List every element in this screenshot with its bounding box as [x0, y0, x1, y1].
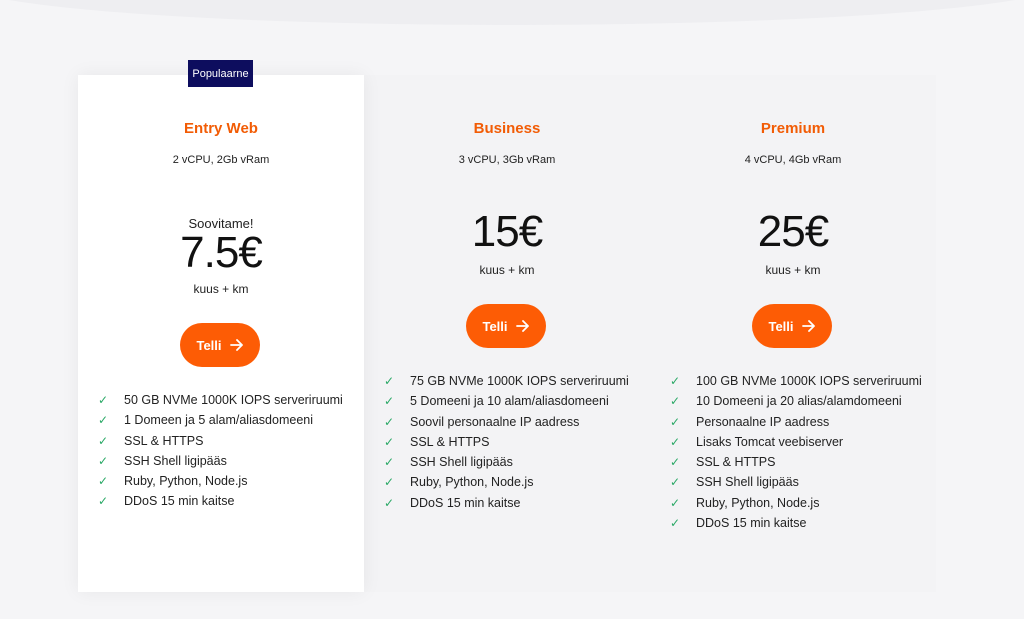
order-button[interactable]: Telli	[752, 304, 832, 348]
list-item: ✓ 100 GB NVMe 1000K IOPS serveriruumi	[670, 371, 926, 391]
feature-list: ✓ 50 GB NVMe 1000K IOPS serveriruumi ✓ 1 D…	[98, 390, 354, 512]
check-icon: ✓	[98, 413, 109, 428]
order-button[interactable]: Telli	[180, 323, 260, 367]
check-icon: ✓	[384, 394, 395, 409]
plan-spec: 4 vCPU, 4Gb vRam	[744, 154, 842, 166]
check-icon: ✓	[384, 475, 395, 490]
list-item: ✓ SSH Shell ligipääs	[384, 452, 640, 472]
arrow-right-icon	[801, 320, 815, 332]
check-icon: ✓	[98, 494, 109, 509]
plan-card-entry-web: Entry Web 2 vCPU, 2Gb vRam Soovitame! 7.…	[78, 75, 364, 592]
list-item: ✓ SSH Shell ligipääs	[670, 472, 926, 492]
list-item: ✓ DDoS 15 min kaitse	[384, 493, 640, 513]
order-button-label: Telli	[196, 337, 222, 353]
check-icon: ✓	[98, 393, 109, 407]
plan-card-premium: Premium 4 vCPU, 4Gb vRam 25€ kuus + km T…	[650, 75, 936, 592]
list-item: ✓ 5 Domeeni ja 10 alam/aliasdomeeni	[384, 391, 640, 411]
popular-badge: Populaarne	[188, 60, 253, 87]
check-icon: ✓	[670, 434, 681, 449]
list-item: ✓ 10 Domeeni ja 20 alias/alamdomeeni	[670, 391, 926, 411]
check-icon: ✓	[98, 453, 109, 468]
plan-price: 15€	[471, 207, 543, 256]
check-icon: ✓	[670, 414, 681, 429]
check-icon: ✓	[384, 495, 395, 510]
list-item: ✓ Lisaks Tomcat veebiserver	[670, 432, 926, 452]
list-item: ✓ SSL & HTTPS	[384, 432, 640, 452]
check-icon: ✓	[384, 374, 395, 388]
list-item: ✓ DDoS 15 min kaitse	[670, 513, 926, 533]
check-icon: ✓	[98, 433, 109, 448]
list-item: ✓ 50 GB NVMe 1000K IOPS serveriruumi	[98, 390, 354, 410]
plan-title: Business	[473, 120, 541, 137]
check-icon: ✓	[670, 516, 681, 531]
list-item: ✓ SSL & HTTPS	[670, 452, 926, 472]
list-item: ✓ DDoS 15 min kaitse	[98, 491, 354, 511]
check-icon: ✓	[670, 394, 681, 409]
plan-price: 7.5€	[180, 228, 263, 277]
plan-spec: 2 vCPU, 2Gb vRam	[172, 154, 270, 166]
check-icon: ✓	[384, 414, 395, 429]
list-item: ✓ SSH Shell ligipääs	[98, 451, 354, 471]
plan-spec: 3 vCPU, 3Gb vRam	[458, 154, 556, 166]
check-icon: ✓	[384, 455, 395, 470]
list-item: ✓ Personaalne IP aadress	[670, 412, 926, 432]
plan-card-business: Business 3 vCPU, 3Gb vRam 15€ kuus + km …	[364, 75, 650, 592]
list-item: ✓ Ruby, Python, Node.js	[384, 472, 640, 492]
list-item: ✓ Ruby, Python, Node.js	[98, 471, 354, 491]
order-button-label: Telli	[768, 318, 794, 334]
feature-list: ✓ 75 GB NVMe 1000K IOPS serveriruumi ✓ 5 D…	[384, 371, 640, 513]
list-item: ✓ 1 Domeen ja 5 alam/aliasdomeeni	[98, 410, 354, 430]
order-button[interactable]: Telli	[466, 304, 546, 348]
arrow-right-icon	[229, 339, 243, 351]
check-icon: ✓	[670, 374, 681, 388]
list-item: ✓ 75 GB NVMe 1000K IOPS serveriruumi	[384, 371, 640, 391]
check-icon: ✓	[98, 474, 109, 489]
header-arc-decoration	[0, 0, 1024, 25]
check-icon: ✓	[670, 455, 681, 470]
list-item: ✓ SSL & HTTPS	[98, 431, 354, 451]
plan-title: Entry Web	[184, 120, 258, 137]
feature-list: ✓ 100 GB NVMe 1000K IOPS serveriruumi ✓ 10…	[670, 371, 926, 533]
check-icon: ✓	[670, 495, 681, 510]
check-icon: ✓	[670, 475, 681, 490]
list-item: ✓ Soovil personaalne IP aadress	[384, 412, 640, 432]
check-icon: ✓	[384, 434, 395, 449]
plan-price: 25€	[757, 207, 829, 256]
list-item: ✓ Ruby, Python, Node.js	[670, 493, 926, 513]
price-period: kuus + km	[193, 282, 249, 296]
price-period: kuus + km	[479, 263, 535, 277]
arrow-right-icon	[515, 320, 529, 332]
order-button-label: Telli	[482, 318, 508, 334]
price-period: kuus + km	[765, 263, 821, 277]
plan-title: Premium	[760, 120, 826, 137]
